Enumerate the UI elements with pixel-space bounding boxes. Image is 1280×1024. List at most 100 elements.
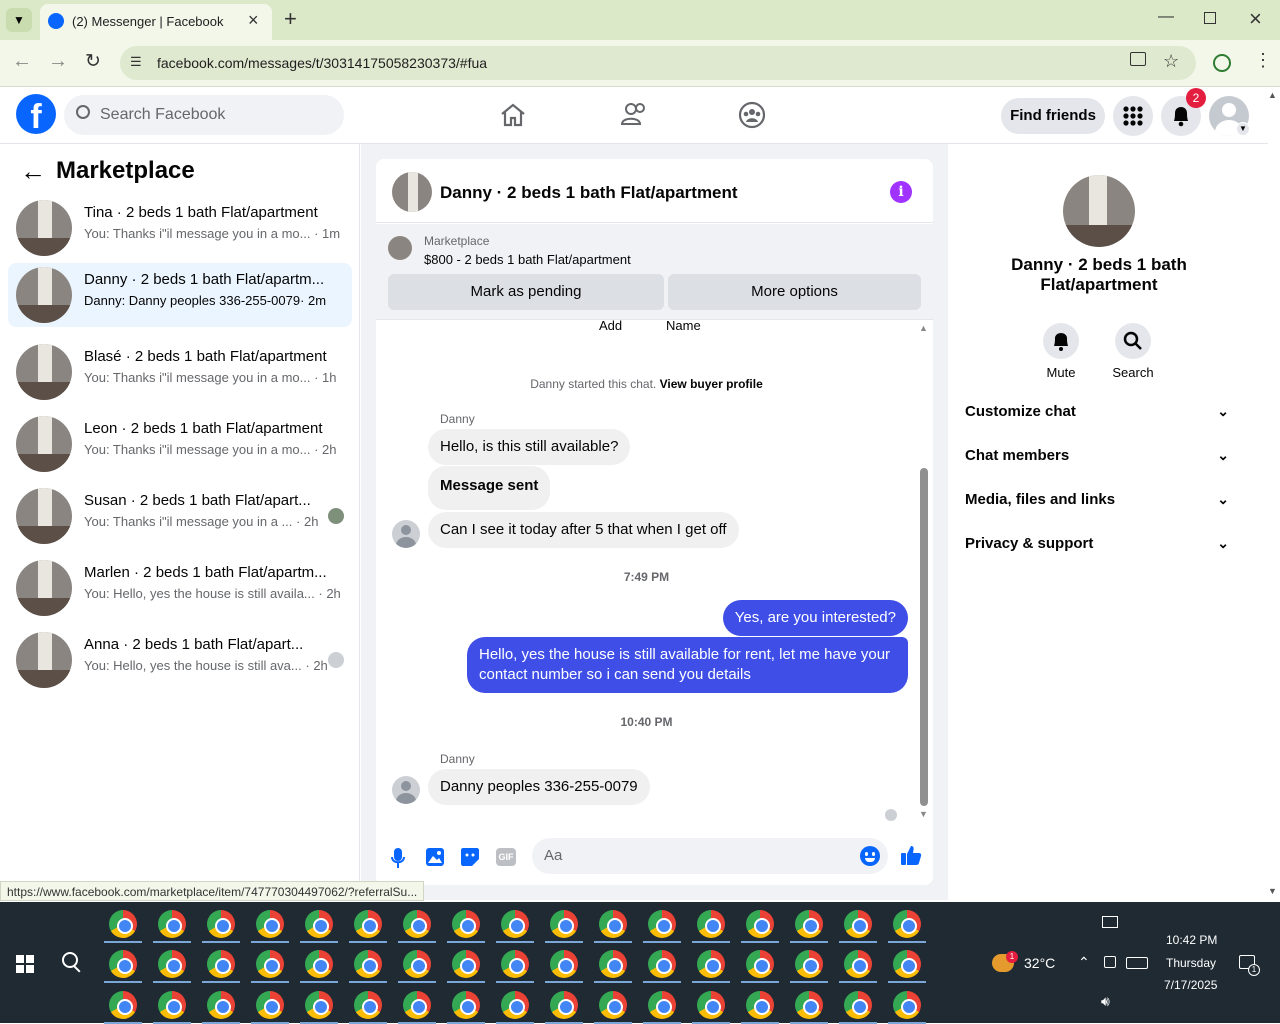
chrome-taskbar-icon[interactable] <box>599 910 627 938</box>
back-arrow-icon[interactable]: ← <box>20 156 46 187</box>
mute-button[interactable]: Mute <box>1037 323 1085 383</box>
chrome-taskbar-icon[interactable] <box>305 950 333 978</box>
chrome-taskbar-icon[interactable] <box>893 991 921 1019</box>
contact-listing-avatar[interactable] <box>1063 175 1135 247</box>
privacy-support-section[interactable]: Privacy & support ⌄ <box>965 535 1233 571</box>
account-chevron-icon[interactable]: ▼ <box>1236 122 1250 136</box>
page-scroll-down-icon[interactable]: ▼ <box>1268 886 1277 896</box>
chrome-taskbar-icon[interactable] <box>599 991 627 1019</box>
sticker-icon[interactable] <box>460 847 480 867</box>
facebook-logo-icon[interactable]: f <box>16 94 56 134</box>
keyboard-icon[interactable] <box>1126 957 1148 969</box>
chrome-taskbar-icon[interactable] <box>158 910 186 938</box>
info-icon[interactable]: i <box>890 181 912 203</box>
chrome-taskbar-icon[interactable] <box>452 950 480 978</box>
outgoing-message[interactable]: Yes, are you interested? <box>722 600 908 636</box>
chrome-taskbar-icon[interactable] <box>158 991 186 1019</box>
chrome-taskbar-icon[interactable] <box>403 950 431 978</box>
chrome-taskbar-icon[interactable] <box>550 910 578 938</box>
view-buyer-profile-link[interactable]: View buyer profile <box>660 377 763 391</box>
search-box[interactable]: Search Facebook <box>64 95 344 135</box>
bookmark-star-icon[interactable]: ☆ <box>1163 51 1179 72</box>
incoming-message[interactable]: Message sent <box>428 466 551 510</box>
chrome-taskbar-icon[interactable] <box>844 991 872 1019</box>
chrome-taskbar-icon[interactable] <box>452 910 480 938</box>
scroll-down-arrow-icon[interactable]: ▼ <box>919 809 928 819</box>
clock-date[interactable]: 7/17/2025 <box>1164 978 1217 992</box>
chrome-taskbar-icon[interactable] <box>844 950 872 978</box>
temperature-label[interactable]: 32°C <box>1024 955 1055 971</box>
chrome-taskbar-icon[interactable] <box>207 991 235 1019</box>
chrome-taskbar-icon[interactable] <box>403 991 431 1019</box>
close-window-icon[interactable]: × <box>1249 6 1262 32</box>
back-icon[interactable]: ← <box>12 50 32 73</box>
conversation-item-selected[interactable]: Danny · 2 beds 1 bath Flat/apartm... Dan… <box>8 263 352 327</box>
chrome-taskbar-icon[interactable] <box>697 950 725 978</box>
chat-title[interactable]: Danny · 2 beds 1 bath Flat/apartment <box>440 183 738 203</box>
chrome-taskbar-icon[interactable] <box>501 991 529 1019</box>
friends-icon[interactable] <box>620 102 648 126</box>
incoming-message[interactable]: Danny peoples 336-255-0079 <box>428 769 650 805</box>
chrome-taskbar-icon[interactable] <box>109 910 137 938</box>
conversation-item[interactable]: Susan · 2 beds 1 bath Flat/apart... You:… <box>8 484 352 548</box>
chrome-taskbar-icon[interactable] <box>795 991 823 1019</box>
browser-tab[interactable]: (2) Messenger | Facebook × <box>40 4 272 40</box>
chrome-taskbar-icon[interactable] <box>109 950 137 978</box>
chrome-taskbar-icon[interactable] <box>795 950 823 978</box>
conversation-item[interactable]: Blasé · 2 beds 1 bath Flat/apartment You… <box>8 340 352 404</box>
thumbs-up-icon[interactable] <box>900 844 922 866</box>
chrome-taskbar-icon[interactable] <box>893 910 921 938</box>
chrome-taskbar-icon[interactable] <box>697 910 725 938</box>
volume-icon[interactable]: 🔊︎ <box>1101 993 1110 1010</box>
chrome-taskbar-icon[interactable] <box>109 991 137 1019</box>
more-options-button[interactable]: More options <box>668 274 921 310</box>
chrome-taskbar-icon[interactable] <box>207 910 235 938</box>
gif-icon[interactable]: GIF <box>496 848 516 866</box>
chrome-taskbar-icon[interactable] <box>256 910 284 938</box>
clock-time[interactable]: 10:42 PM <box>1166 933 1217 947</box>
install-app-icon[interactable] <box>1130 52 1146 66</box>
conversation-item[interactable]: Tina · 2 beds 1 bath Flat/apartment You:… <box>8 196 352 260</box>
outgoing-message[interactable]: Hello, yes the house is still available … <box>467 637 908 693</box>
conversation-item[interactable]: Marlen · 2 beds 1 bath Flat/apartm... Yo… <box>8 556 352 620</box>
chrome-taskbar-icon[interactable] <box>844 910 872 938</box>
clock-day[interactable]: Thursday <box>1166 956 1216 970</box>
chrome-taskbar-icon[interactable] <box>746 910 774 938</box>
groups-icon[interactable] <box>738 101 766 129</box>
scroll-up-arrow-icon[interactable]: ▲ <box>919 323 928 333</box>
chrome-taskbar-icon[interactable] <box>256 991 284 1019</box>
chrome-taskbar-icon[interactable] <box>354 910 382 938</box>
scrollbar-thumb[interactable] <box>920 468 928 806</box>
search-in-chat-button[interactable]: Search <box>1109 323 1157 383</box>
chrome-taskbar-icon[interactable] <box>501 910 529 938</box>
profile-icon[interactable] <box>1213 54 1231 72</box>
tab-search-button[interactable]: ▼ <box>6 8 32 32</box>
chrome-taskbar-icon[interactable] <box>354 991 382 1019</box>
new-tab-button[interactable]: + <box>284 6 297 32</box>
photo-icon[interactable] <box>425 847 445 867</box>
customize-chat-section[interactable]: Customize chat ⌄ <box>965 403 1233 439</box>
chrome-taskbar-icon[interactable] <box>158 950 186 978</box>
chat-listing-avatar[interactable] <box>392 172 432 212</box>
menu-button[interactable] <box>1113 96 1153 136</box>
chrome-taskbar-icon[interactable] <box>697 991 725 1019</box>
chrome-taskbar-icon[interactable] <box>599 950 627 978</box>
reload-icon[interactable]: ↻ <box>85 50 101 73</box>
chrome-taskbar-icon[interactable] <box>354 950 382 978</box>
chrome-taskbar-icon[interactable] <box>501 950 529 978</box>
find-friends-button[interactable]: Find friends <box>1001 98 1105 134</box>
chrome-taskbar-icon[interactable] <box>305 991 333 1019</box>
page-scroll-up-icon[interactable]: ▲ <box>1268 90 1277 100</box>
chrome-taskbar-icon[interactable] <box>746 950 774 978</box>
chrome-taskbar-icon[interactable] <box>550 950 578 978</box>
home-icon[interactable] <box>500 103 526 127</box>
microphone-icon[interactable] <box>390 847 406 869</box>
chrome-taskbar-icon[interactable] <box>207 950 235 978</box>
chrome-taskbar-icon[interactable] <box>746 991 774 1019</box>
conversation-item[interactable]: Leon · 2 beds 1 bath Flat/apartment You:… <box>8 412 352 476</box>
forward-icon[interactable]: → <box>48 50 68 73</box>
hidden-icons-chevron-icon[interactable]: ⌃ <box>1078 954 1090 971</box>
address-bar[interactable]: ☰ facebook.com/messages/t/30314175058230… <box>120 46 1196 80</box>
meet-now-icon[interactable] <box>1104 956 1116 968</box>
chrome-taskbar-icon[interactable] <box>550 991 578 1019</box>
